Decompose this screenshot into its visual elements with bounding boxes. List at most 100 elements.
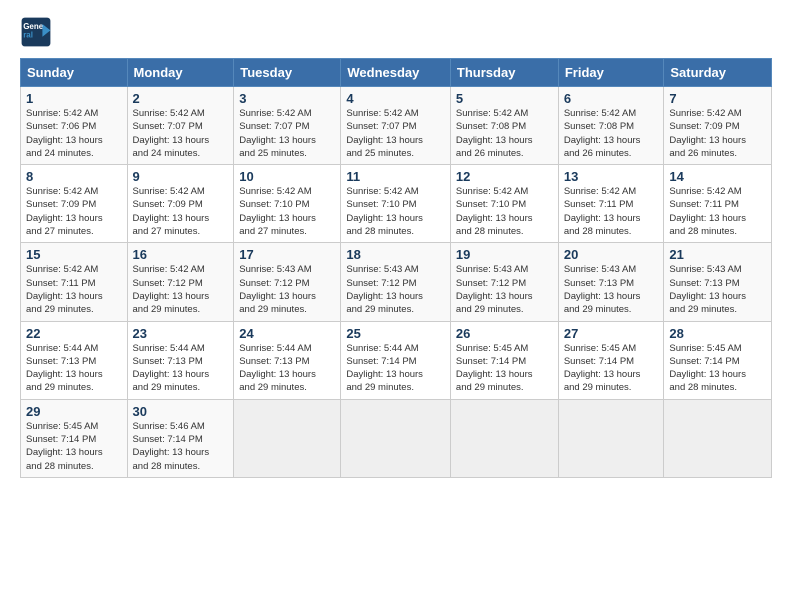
day-number: 17 (239, 247, 335, 262)
day-info: Sunrise: 5:42 AM Sunset: 7:07 PM Dayligh… (346, 107, 445, 160)
calendar-cell: 30Sunrise: 5:46 AM Sunset: 7:14 PM Dayli… (127, 399, 234, 477)
header: Gene ral (20, 16, 772, 48)
header-day: Thursday (450, 59, 558, 87)
calendar-cell: 28Sunrise: 5:45 AM Sunset: 7:14 PM Dayli… (664, 321, 772, 399)
calendar-cell: 25Sunrise: 5:44 AM Sunset: 7:14 PM Dayli… (341, 321, 451, 399)
day-number: 24 (239, 326, 335, 341)
day-info: Sunrise: 5:42 AM Sunset: 7:10 PM Dayligh… (239, 185, 335, 238)
day-number: 26 (456, 326, 553, 341)
calendar-cell: 22Sunrise: 5:44 AM Sunset: 7:13 PM Dayli… (21, 321, 128, 399)
calendar-cell: 24Sunrise: 5:44 AM Sunset: 7:13 PM Dayli… (234, 321, 341, 399)
calendar-cell: 9Sunrise: 5:42 AM Sunset: 7:09 PM Daylig… (127, 165, 234, 243)
day-info: Sunrise: 5:42 AM Sunset: 7:08 PM Dayligh… (564, 107, 659, 160)
calendar-cell: 29Sunrise: 5:45 AM Sunset: 7:14 PM Dayli… (21, 399, 128, 477)
day-info: Sunrise: 5:45 AM Sunset: 7:14 PM Dayligh… (669, 342, 766, 395)
calendar-cell: 6Sunrise: 5:42 AM Sunset: 7:08 PM Daylig… (558, 87, 664, 165)
header-row: SundayMondayTuesdayWednesdayThursdayFrid… (21, 59, 772, 87)
day-number: 6 (564, 91, 659, 106)
day-info: Sunrise: 5:42 AM Sunset: 7:09 PM Dayligh… (26, 185, 122, 238)
calendar-cell: 27Sunrise: 5:45 AM Sunset: 7:14 PM Dayli… (558, 321, 664, 399)
day-number: 14 (669, 169, 766, 184)
logo: Gene ral (20, 16, 56, 48)
day-info: Sunrise: 5:42 AM Sunset: 7:11 PM Dayligh… (26, 263, 122, 316)
day-number: 4 (346, 91, 445, 106)
calendar-cell: 2Sunrise: 5:42 AM Sunset: 7:07 PM Daylig… (127, 87, 234, 165)
day-info: Sunrise: 5:42 AM Sunset: 7:11 PM Dayligh… (669, 185, 766, 238)
day-number: 10 (239, 169, 335, 184)
day-number: 3 (239, 91, 335, 106)
day-info: Sunrise: 5:42 AM Sunset: 7:10 PM Dayligh… (456, 185, 553, 238)
calendar-body: 1Sunrise: 5:42 AM Sunset: 7:06 PM Daylig… (21, 87, 772, 478)
day-info: Sunrise: 5:42 AM Sunset: 7:07 PM Dayligh… (239, 107, 335, 160)
calendar-cell (558, 399, 664, 477)
calendar-cell: 17Sunrise: 5:43 AM Sunset: 7:12 PM Dayli… (234, 243, 341, 321)
day-number: 8 (26, 169, 122, 184)
calendar-cell: 12Sunrise: 5:42 AM Sunset: 7:10 PM Dayli… (450, 165, 558, 243)
calendar-cell: 14Sunrise: 5:42 AM Sunset: 7:11 PM Dayli… (664, 165, 772, 243)
calendar-week: 15Sunrise: 5:42 AM Sunset: 7:11 PM Dayli… (21, 243, 772, 321)
day-number: 13 (564, 169, 659, 184)
calendar-cell: 20Sunrise: 5:43 AM Sunset: 7:13 PM Dayli… (558, 243, 664, 321)
calendar-cell: 13Sunrise: 5:42 AM Sunset: 7:11 PM Dayli… (558, 165, 664, 243)
day-number: 16 (133, 247, 229, 262)
day-number: 25 (346, 326, 445, 341)
day-info: Sunrise: 5:45 AM Sunset: 7:14 PM Dayligh… (456, 342, 553, 395)
calendar-cell: 11Sunrise: 5:42 AM Sunset: 7:10 PM Dayli… (341, 165, 451, 243)
header-day: Friday (558, 59, 664, 87)
day-number: 11 (346, 169, 445, 184)
day-number: 29 (26, 404, 122, 419)
day-info: Sunrise: 5:42 AM Sunset: 7:07 PM Dayligh… (133, 107, 229, 160)
day-number: 19 (456, 247, 553, 262)
day-info: Sunrise: 5:44 AM Sunset: 7:13 PM Dayligh… (133, 342, 229, 395)
day-number: 7 (669, 91, 766, 106)
header-day: Saturday (664, 59, 772, 87)
day-info: Sunrise: 5:43 AM Sunset: 7:12 PM Dayligh… (239, 263, 335, 316)
calendar-cell (664, 399, 772, 477)
day-number: 28 (669, 326, 766, 341)
day-number: 30 (133, 404, 229, 419)
calendar-week: 8Sunrise: 5:42 AM Sunset: 7:09 PM Daylig… (21, 165, 772, 243)
calendar-cell: 1Sunrise: 5:42 AM Sunset: 7:06 PM Daylig… (21, 87, 128, 165)
day-info: Sunrise: 5:45 AM Sunset: 7:14 PM Dayligh… (26, 420, 122, 473)
day-info: Sunrise: 5:42 AM Sunset: 7:10 PM Dayligh… (346, 185, 445, 238)
day-info: Sunrise: 5:44 AM Sunset: 7:14 PM Dayligh… (346, 342, 445, 395)
calendar-cell: 21Sunrise: 5:43 AM Sunset: 7:13 PM Dayli… (664, 243, 772, 321)
day-info: Sunrise: 5:42 AM Sunset: 7:06 PM Dayligh… (26, 107, 122, 160)
header-day: Wednesday (341, 59, 451, 87)
page: Gene ral SundayMondayTuesdayWednesdayThu… (0, 0, 792, 494)
calendar-cell: 19Sunrise: 5:43 AM Sunset: 7:12 PM Dayli… (450, 243, 558, 321)
calendar-cell: 8Sunrise: 5:42 AM Sunset: 7:09 PM Daylig… (21, 165, 128, 243)
day-info: Sunrise: 5:44 AM Sunset: 7:13 PM Dayligh… (239, 342, 335, 395)
day-info: Sunrise: 5:45 AM Sunset: 7:14 PM Dayligh… (564, 342, 659, 395)
day-info: Sunrise: 5:42 AM Sunset: 7:12 PM Dayligh… (133, 263, 229, 316)
day-info: Sunrise: 5:43 AM Sunset: 7:13 PM Dayligh… (564, 263, 659, 316)
day-info: Sunrise: 5:42 AM Sunset: 7:11 PM Dayligh… (564, 185, 659, 238)
calendar-cell: 7Sunrise: 5:42 AM Sunset: 7:09 PM Daylig… (664, 87, 772, 165)
day-number: 12 (456, 169, 553, 184)
day-number: 20 (564, 247, 659, 262)
calendar-cell: 3Sunrise: 5:42 AM Sunset: 7:07 PM Daylig… (234, 87, 341, 165)
day-info: Sunrise: 5:43 AM Sunset: 7:13 PM Dayligh… (669, 263, 766, 316)
calendar-week: 22Sunrise: 5:44 AM Sunset: 7:13 PM Dayli… (21, 321, 772, 399)
day-number: 15 (26, 247, 122, 262)
logo-icon: Gene ral (20, 16, 52, 48)
day-number: 1 (26, 91, 122, 106)
calendar-cell: 15Sunrise: 5:42 AM Sunset: 7:11 PM Dayli… (21, 243, 128, 321)
svg-text:ral: ral (23, 31, 33, 40)
day-info: Sunrise: 5:46 AM Sunset: 7:14 PM Dayligh… (133, 420, 229, 473)
calendar-cell: 26Sunrise: 5:45 AM Sunset: 7:14 PM Dayli… (450, 321, 558, 399)
header-day: Sunday (21, 59, 128, 87)
calendar-week: 1Sunrise: 5:42 AM Sunset: 7:06 PM Daylig… (21, 87, 772, 165)
calendar-header: SundayMondayTuesdayWednesdayThursdayFrid… (21, 59, 772, 87)
day-number: 2 (133, 91, 229, 106)
calendar-cell: 5Sunrise: 5:42 AM Sunset: 7:08 PM Daylig… (450, 87, 558, 165)
day-info: Sunrise: 5:43 AM Sunset: 7:12 PM Dayligh… (456, 263, 553, 316)
calendar-cell: 4Sunrise: 5:42 AM Sunset: 7:07 PM Daylig… (341, 87, 451, 165)
calendar-cell (450, 399, 558, 477)
svg-text:Gene: Gene (23, 22, 44, 31)
day-number: 5 (456, 91, 553, 106)
day-info: Sunrise: 5:44 AM Sunset: 7:13 PM Dayligh… (26, 342, 122, 395)
calendar-table: SundayMondayTuesdayWednesdayThursdayFrid… (20, 58, 772, 478)
header-day: Monday (127, 59, 234, 87)
day-number: 23 (133, 326, 229, 341)
